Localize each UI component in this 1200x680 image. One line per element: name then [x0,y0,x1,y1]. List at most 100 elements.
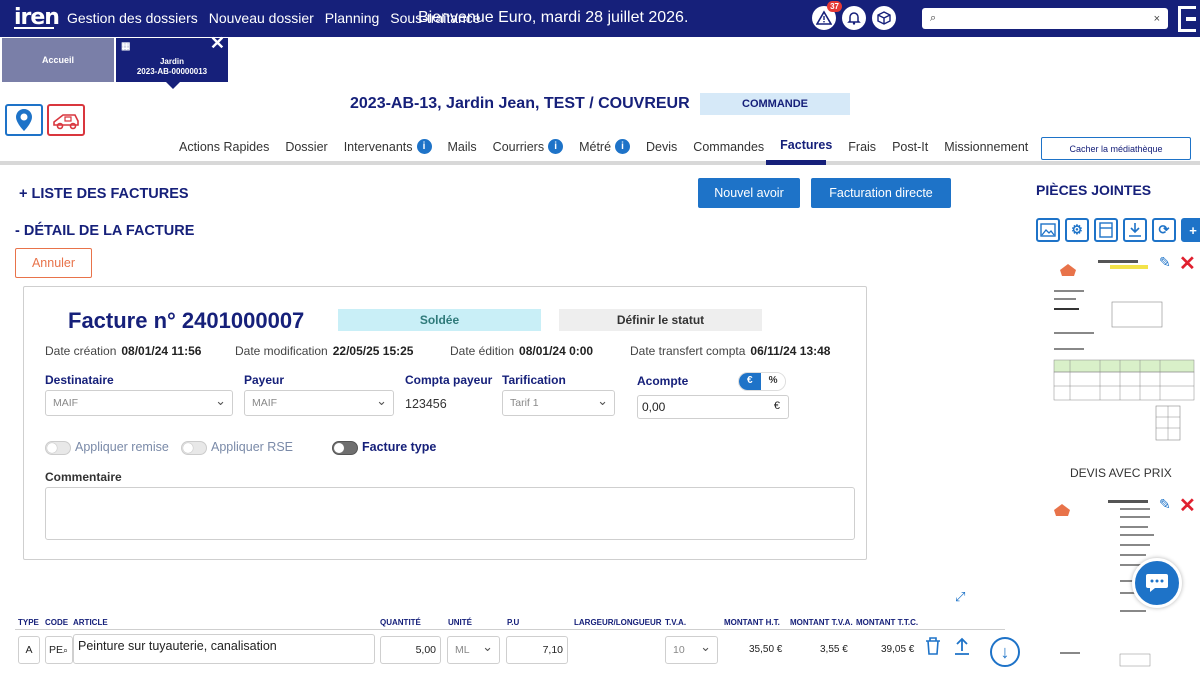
add-icon[interactable]: + [1181,218,1200,242]
tab-factures[interactable]: Factures [780,136,832,154]
tarification-label: Tarification [502,373,566,387]
dossier-title: 2023-AB-13, Jardin Jean, TEST / COUVREUR [350,95,690,112]
tab-missionnement[interactable]: Missionnement [944,139,1028,154]
facture-type-label: Facture type [362,440,437,454]
commentaire-label: Commentaire [45,470,122,484]
tab-dossier-jardin[interactable]: ▦ ✕ Jardin 2023-AB-00000013 [116,34,228,89]
search-icon: ⌕ [930,12,937,24]
calculator-icon: ▦ [121,41,131,52]
col-pu: P.U [507,618,520,627]
trash-icon[interactable] [924,636,942,661]
row-unite-select[interactable]: ML [447,636,500,664]
row-pu-input[interactable]: 7,10 [506,636,568,664]
acompte-percent-option[interactable]: % [760,373,786,390]
logout-icon[interactable] [1178,6,1196,32]
destinataire-select[interactable]: MAIF [45,390,233,416]
chat-button[interactable] [1132,558,1182,608]
nav-nouveau-dossier[interactable]: Nouveau dossier [209,10,314,26]
image-icon[interactable] [1036,218,1060,242]
app-logo[interactable]: iren [14,5,60,30]
alert-icon[interactable]: 37 [812,1,842,30]
table-header-divider [15,629,1005,630]
tab-devis[interactable]: Devis [646,139,677,154]
info-icon[interactable]: i [615,139,631,154]
delete-icon[interactable]: ✕ [1179,251,1196,276]
map-pin-icon [16,109,32,131]
row-code-input[interactable]: PE ⌕ [45,636,73,664]
tab-actions-rapides[interactable]: Actions Rapides [179,139,269,154]
top-bar: iren Gestion des dossiers Nouveau dossie… [0,0,1200,37]
acompte-input[interactable]: 0,00 € [637,395,789,419]
gear-icon[interactable]: ⚙ [1065,218,1089,242]
info-icon[interactable]: i [416,139,432,154]
delivery-button[interactable] [47,104,85,136]
new-credit-note-button[interactable]: Nouvel avoir [698,178,800,208]
set-status-button[interactable]: Définir le statut [559,309,762,331]
close-tab-icon[interactable]: ✕ [210,34,225,52]
move-up-icon[interactable] [953,636,971,661]
location-pin-button[interactable] [5,104,43,136]
hide-media-library-button[interactable]: Cacher la médiathèque [1041,137,1191,160]
col-montant-ht: MONTANT H.T. [724,618,780,627]
compta-payeur-label: Compta payeur [405,373,493,387]
col-article: ARTICLE [73,618,108,627]
commentaire-textarea[interactable] [45,487,855,540]
rse-label: Appliquer RSE [211,440,293,454]
col-code: CODE [45,618,69,627]
row-montant-ttc: 39,05 € [881,644,915,655]
tab-dossier-ref: 2023-AB-00000013 [136,67,208,76]
dossier-subtabs: Actions Rapides Dossier Intervenants i Ma… [179,136,1044,154]
acompte-label: Acompte [637,374,689,388]
row-type-select[interactable]: A [18,636,40,664]
tab-mails[interactable]: Mails [448,139,477,154]
attachment-thumbnail-devis[interactable] [1040,252,1196,452]
invoice-card: Facture n° 2401000007 Soldée Définir le … [23,286,867,560]
row-quantite-input[interactable]: 5,00 [380,636,441,664]
dossier-status-badge: COMMANDE [700,93,850,115]
direct-billing-button[interactable]: Facturation directe [811,178,951,208]
attachment-label: DEVIS AVEC PRIX [1070,466,1172,480]
compta-payeur-value: 123456 [405,397,447,411]
edit-icon[interactable]: ✎ [1159,254,1171,271]
chat-icon [1146,574,1168,592]
nav-gestion-dossiers[interactable]: Gestion des dossiers [67,10,198,26]
box-icon[interactable] [872,6,896,30]
rse-switch[interactable] [181,441,207,455]
tarification-select[interactable]: Tarif 1 [502,390,615,416]
search-box: ⌕ × [922,8,1168,29]
active-tab-indicator [766,160,826,165]
invoice-list-toggle[interactable]: + LISTE DES FACTURES [19,186,189,202]
cancel-button[interactable]: Annuler [15,248,92,278]
delete-icon[interactable]: ✕ [1179,493,1196,518]
row-montant-tva: 3,55 € [820,644,848,655]
expand-icon[interactable]: ⤢ [955,589,965,605]
tab-frais[interactable]: Frais [848,139,876,154]
acompte-euro-option[interactable]: € [739,373,761,390]
col-tva: T.V.A. [665,618,687,627]
facture-type-switch[interactable] [332,441,358,455]
scroll-down-button[interactable]: ↓ [990,637,1020,667]
bell-icon[interactable] [842,6,866,30]
remise-switch[interactable] [45,441,71,455]
info-icon[interactable]: i [548,139,564,154]
tab-metre[interactable]: Métré i [579,139,631,154]
payeur-select[interactable]: MAIF [244,390,394,416]
nav-planning[interactable]: Planning [325,10,380,26]
tab-intervenants[interactable]: Intervenants i [344,139,432,154]
welcome-message: Bienvenue Euro, mardi 28 juillet 2026. [418,9,689,26]
tab-post-it[interactable]: Post-It [892,139,928,154]
refresh-icon[interactable]: ⟳ [1152,218,1176,242]
tab-commandes[interactable]: Commandes [693,139,764,154]
invoice-detail-toggle[interactable]: - DÉTAIL DE LA FACTURE [15,223,194,239]
date-modification: Date modification 22/05/25 15:25 [235,344,414,358]
row-tva-select[interactable]: 10 [665,636,718,664]
row-article-input[interactable]: Peinture sur tuyauterie, canalisation [73,634,375,664]
download-icon[interactable] [1123,218,1147,242]
search-input[interactable] [944,12,1154,25]
tab-courriers[interactable]: Courriers i [493,139,564,154]
edit-icon[interactable]: ✎ [1159,496,1171,513]
tab-accueil[interactable]: Accueil [2,38,114,82]
tab-dossier[interactable]: Dossier [285,139,327,154]
document-icon[interactable] [1094,218,1118,242]
search-clear-icon[interactable]: × [1154,13,1160,25]
